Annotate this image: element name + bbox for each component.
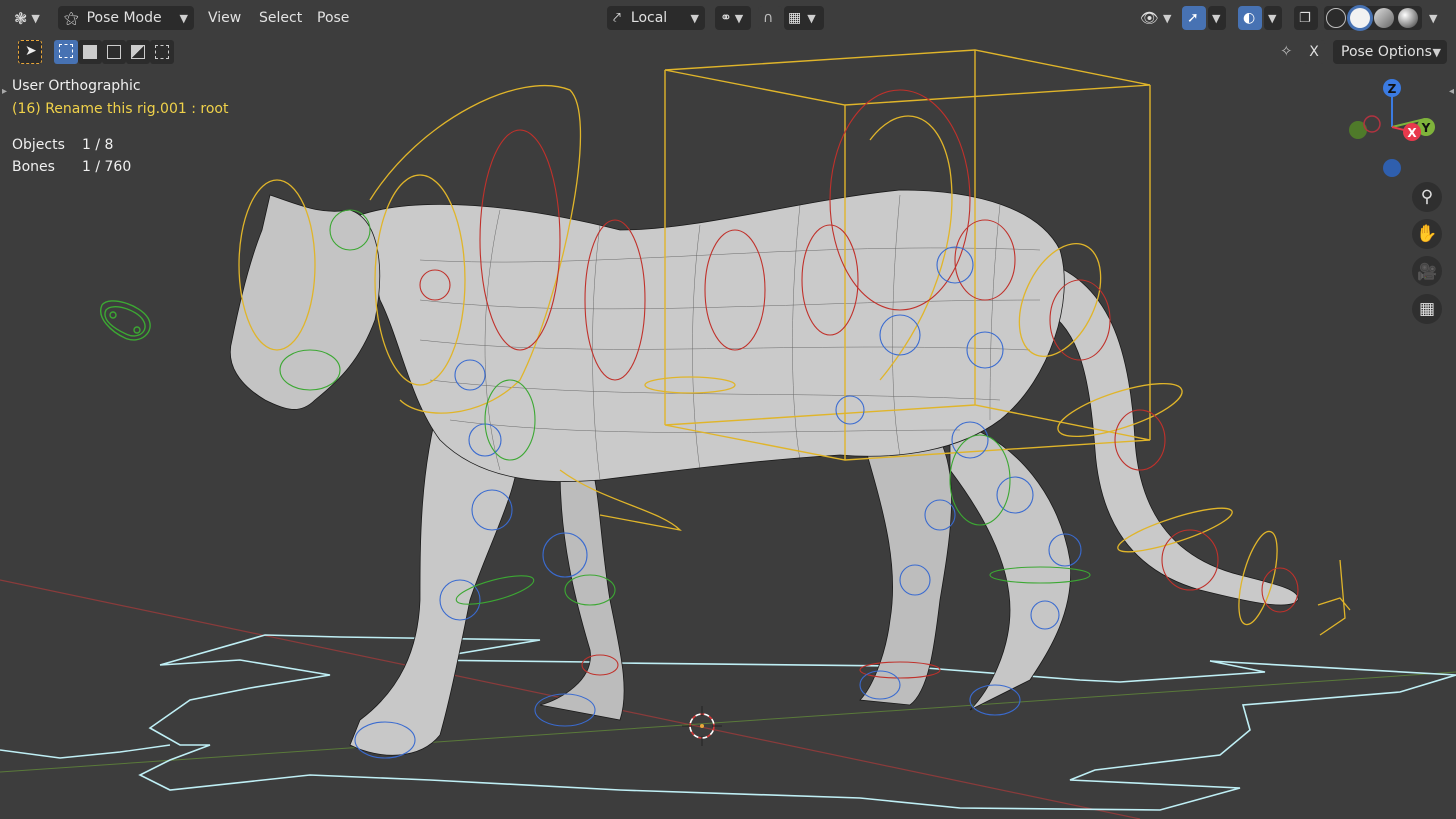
chevron-down-icon: ▼ [1432, 45, 1441, 59]
zoom-icon: ⚲ [1420, 187, 1434, 207]
ortho-toggle-button[interactable]: ▦ [1412, 294, 1442, 324]
hand-pan-icon: ✋ [1416, 224, 1438, 244]
view-name: User Orthographic [12, 78, 141, 94]
stat-bones-label: Bones [12, 159, 55, 175]
chevron-down-icon: ▼ [1163, 11, 1172, 25]
stat-objects-label: Objects [12, 137, 65, 153]
root-control[interactable] [138, 634, 1456, 811]
chevron-down-icon: ▼ [1268, 11, 1277, 25]
axis-neg-x-ball[interactable] [1363, 115, 1381, 133]
cat-back-leg-near [949, 419, 1072, 711]
new-selection-icon [59, 44, 73, 58]
shading-solid-button[interactable] [1350, 8, 1370, 28]
gizmo-dropdown[interactable]: ▼ [1208, 6, 1226, 30]
menu-select[interactable]: Select [255, 6, 306, 30]
transform-orientation-dropdown[interactable]: ⤤ Local ▼ [607, 6, 705, 30]
cat-body [359, 189, 1065, 482]
axis-x-label: X [1407, 126, 1417, 140]
chevron-down-icon: ▼ [1212, 11, 1221, 25]
toolbar-expand-arrow[interactable]: ▸ [2, 86, 7, 97]
extend-selection-icon [83, 45, 97, 59]
3d-cursor[interactable] [682, 706, 722, 746]
eye-icon: 👁 [1140, 9, 1160, 27]
chevron-down-icon: ▼ [31, 11, 40, 25]
xray-toggle[interactable]: ❐ [1294, 6, 1318, 30]
axis-neg-z-ball[interactable] [1383, 159, 1401, 177]
axis-z-label: Z [1388, 82, 1397, 96]
chevron-down-icon: ▼ [179, 11, 188, 25]
xray-icon: ❐ [1299, 10, 1311, 26]
selection-mode-intersect[interactable] [150, 40, 174, 64]
y-axis-line [0, 671, 1456, 773]
stat-bones-value: 1 / 760 [82, 159, 132, 175]
overlay-icon: ◐ [1243, 10, 1256, 26]
chevron-down-icon: ▼ [734, 11, 744, 25]
pivot-point-icon: ⚭ [720, 10, 732, 26]
overlay-toggle[interactable]: ◐ [1238, 6, 1262, 30]
select-tool-button[interactable]: ➤ [18, 40, 42, 64]
active-object-info: (16) Rename this rig.001 : root [12, 101, 229, 117]
cat-front-leg-far [539, 459, 625, 721]
shading-dropdown[interactable]: ▼ [1424, 6, 1444, 30]
snap-magnet-icon: ∩ [763, 10, 774, 26]
scene-canvas[interactable] [0, 0, 1456, 819]
menu-view[interactable]: View [204, 6, 245, 30]
pan-button[interactable]: ✋ [1412, 219, 1442, 249]
menu-pose[interactable]: Pose [313, 6, 353, 30]
selection-mode-extend[interactable] [78, 40, 102, 64]
gizmo-arrow-icon: ➚ [1187, 10, 1199, 26]
zoom-button[interactable]: ⚲ [1412, 182, 1442, 212]
x-mirror-toggle[interactable]: X [1303, 40, 1325, 64]
shading-rendered-button[interactable] [1398, 8, 1418, 28]
shading-material-button[interactable] [1374, 8, 1394, 28]
cat-tail [1039, 259, 1299, 606]
editor-type-button[interactable]: ❃ ▼ [8, 6, 50, 30]
selection-mode-invert[interactable] [126, 40, 150, 64]
snap-toggle[interactable]: ∩ [758, 6, 782, 30]
overlay-dropdown[interactable]: ▼ [1264, 6, 1282, 30]
pose-mode-icon: ⚝ [64, 9, 79, 27]
x-mirror-icon[interactable]: ✧ [1280, 42, 1293, 60]
stat-objects-value: 1 / 8 [82, 137, 114, 153]
chevron-down-icon: ▼ [1429, 11, 1438, 25]
x-mirror-label: X [1309, 44, 1319, 60]
pose-options-label: Pose Options [1341, 44, 1432, 60]
navigation-gizmo[interactable]: Z Y X [1340, 72, 1446, 182]
selection-mode-new[interactable] [54, 40, 78, 64]
3d-viewport[interactable]: ❃ ▼ ⚝ Pose Mode ▼ View Select Pose ⤤ Loc… [0, 0, 1456, 819]
selection-mode-subtract[interactable] [102, 40, 126, 64]
sidebar-expand-arrow[interactable]: ◂ [1449, 86, 1454, 97]
invert-selection-icon [131, 45, 145, 59]
gizmo-toggle[interactable]: ➚ [1182, 6, 1206, 30]
local-orientation-icon: ⤤ [613, 10, 621, 26]
snap-grid-icon: ▦ [788, 10, 802, 26]
shading-wireframe-button[interactable] [1326, 8, 1346, 28]
chevron-down-icon: ▼ [807, 11, 816, 25]
intersect-selection-icon [155, 45, 169, 59]
viewport-header: ❃ ▼ ⚝ Pose Mode ▼ View Select Pose ⤤ Loc… [0, 0, 1456, 36]
mode-label: Pose Mode [86, 10, 162, 26]
camera-icon: 🎥 [1417, 261, 1437, 281]
visibility-dropdown[interactable]: 👁 ▼ [1136, 6, 1176, 30]
snap-target-dropdown[interactable]: ▦ ▼ [784, 6, 824, 30]
orientation-label: Local [630, 10, 668, 26]
camera-view-button[interactable]: 🎥 [1412, 256, 1442, 286]
cat-head [230, 194, 381, 410]
pose-options-dropdown[interactable]: Pose Options ▼ [1333, 40, 1447, 64]
shading-group [1324, 6, 1422, 30]
grid-ortho-icon: ▦ [1418, 299, 1436, 319]
viewport-editor-icon: ❃ [14, 8, 28, 28]
axis-y-label: Y [1421, 121, 1431, 135]
chevron-down-icon: ▼ [690, 11, 699, 25]
subtract-selection-icon [107, 45, 121, 59]
select-cursor-icon: ➤ [25, 43, 37, 59]
mode-dropdown[interactable]: ⚝ Pose Mode ▼ [58, 6, 194, 30]
pivot-point-dropdown[interactable]: ⚭ ▼ [715, 6, 751, 30]
eye-target-control[interactable] [100, 300, 151, 341]
